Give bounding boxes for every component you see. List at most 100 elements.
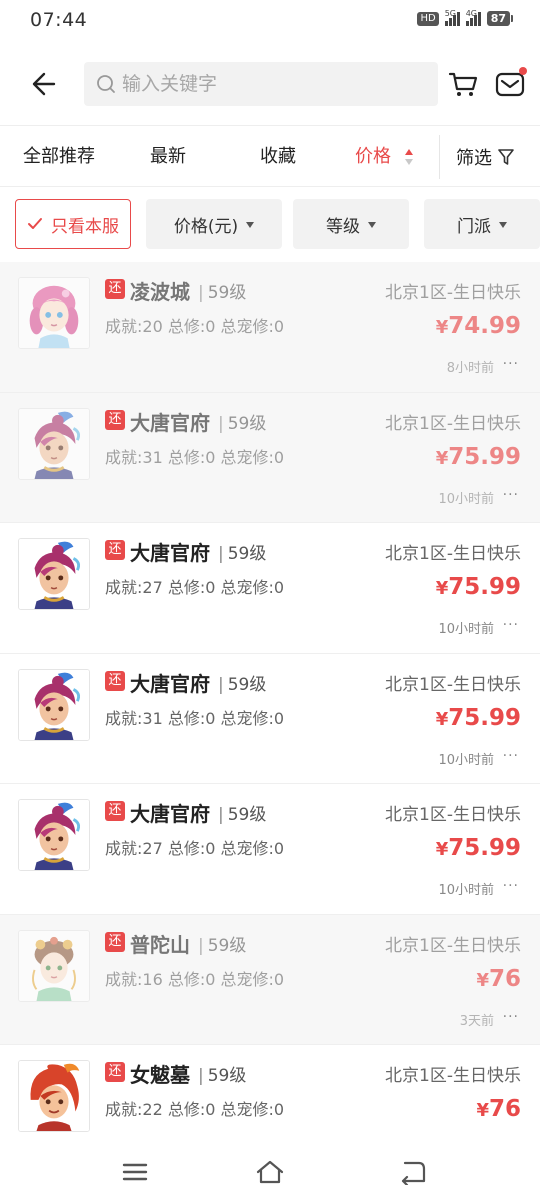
currency-symbol: ¥ [476, 1100, 489, 1121]
character-avatar [18, 407, 90, 480]
search-icon [97, 75, 115, 93]
server-name: 北京1区-生日快乐 [385, 413, 521, 434]
price: ¥75.99 [436, 444, 521, 470]
cart-icon [448, 72, 478, 96]
level-label: 59级 [227, 413, 267, 434]
character-stats: 成就:16 总修:0 总宠修:0 [105, 969, 285, 989]
chip-price[interactable]: 价格(元) [146, 199, 282, 249]
listing-row[interactable]: 还大唐官府 | 59级 成就:31 总修:0 总宠修:0 北京1区-生日快乐 ¥75.99… [0, 392, 540, 523]
listing-row[interactable]: 还大唐官府 | 59级 成就:27 总修:0 总宠修:0 北京1区-生日快乐 ¥75.99… [0, 523, 540, 654]
menu-icon [122, 1163, 148, 1181]
price-value: 76 [488, 965, 521, 992]
sect-name: 大唐官府 [130, 671, 210, 696]
chip-label: 门派 [457, 216, 491, 237]
search-bar[interactable] [84, 62, 438, 106]
chip-level[interactable]: 等级 [293, 199, 409, 249]
status-time: 07:44 [30, 9, 88, 31]
currency-symbol: ¥ [435, 447, 449, 469]
character-stats: 成就:27 总修:0 总宠修:0 [105, 578, 285, 597]
price: ¥75.99 [436, 835, 521, 861]
more-options-icon[interactable]: ··· [503, 356, 519, 372]
tab-price[interactable]: 价格 [355, 127, 391, 187]
sect-name: 凌波城 [130, 280, 190, 304]
level-label: 59级 [227, 674, 267, 695]
server-name: 北京1区-生日快乐 [385, 674, 521, 695]
character-avatar [18, 799, 90, 871]
character-level: | 59级 [218, 544, 267, 564]
listing-row[interactable]: 还女魃墓 | 59级 成就:22 总修:0 总宠修:0 北京1区-生日快乐 ¥76 [0, 1045, 540, 1144]
signal-5g-icon: 5G [444, 9, 460, 26]
listed-time: 10小时前 [438, 622, 494, 637]
cart-button[interactable] [445, 66, 481, 102]
unread-dot [519, 67, 527, 75]
filter-button[interactable]: 筛选 [456, 127, 514, 187]
character-avatar [18, 1060, 90, 1132]
character-level: | 59级 [198, 283, 247, 303]
filter-chips: 只看本服 价格(元) 等级 门派 [0, 187, 540, 262]
sort-bar: 全部推荐 最新 收藏 价格 筛选 [0, 127, 540, 187]
sect-name: 女魃墓 [130, 1063, 190, 1087]
character-avatar [18, 929, 90, 1002]
caret-down-icon [246, 222, 255, 228]
level-label: 59级 [227, 805, 267, 825]
more-options-icon[interactable]: ··· [503, 487, 519, 503]
character-stats: 成就:20 总修:0 总宠修:0 [105, 317, 285, 336]
system-nav-bar [0, 1144, 540, 1200]
tab-all-recommended[interactable]: 全部推荐 [23, 127, 95, 187]
check-icon [28, 218, 42, 229]
more-options-icon[interactable]: ··· [503, 1009, 519, 1025]
listed-time: 8小时前 [446, 361, 494, 376]
chip-sect[interactable]: 门派 [424, 199, 540, 249]
price-value: 75.99 [448, 835, 521, 861]
character-stats: 成就:27 总修:0 总宠修:0 [105, 839, 285, 858]
home-button[interactable] [248, 1152, 292, 1192]
level-label: 59级 [207, 283, 247, 303]
status-icons: HD 5G 4G 87 [417, 9, 514, 26]
currency-symbol: ¥ [435, 578, 449, 599]
listed-time: 3天前 [459, 1013, 494, 1029]
level-label: 59级 [227, 544, 267, 564]
chip-label: 只看本服 [51, 216, 119, 237]
return-badge: 还 [105, 279, 125, 299]
listing-row[interactable]: 还大唐官府 | 59级 成就:27 总修:0 总宠修:0 北京1区-生日快乐 ¥75.99… [0, 784, 540, 915]
more-options-icon[interactable]: ··· [503, 748, 519, 764]
header [0, 42, 540, 126]
return-icon [401, 1161, 426, 1185]
search-input[interactable] [122, 73, 422, 95]
character-stats: 成就:31 总修:0 总宠修:0 [105, 708, 285, 728]
back-button[interactable] [22, 64, 62, 104]
listing-row[interactable]: 还普陀山 | 59级 成就:16 总修:0 总宠修:0 北京1区-生日快乐 ¥76 3天前 ·… [0, 914, 540, 1045]
character-avatar [18, 668, 90, 741]
server-name: 北京1区-生日快乐 [385, 283, 521, 303]
tab-favorites[interactable]: 收藏 [260, 127, 296, 187]
menu-button[interactable] [113, 1152, 157, 1192]
more-options-icon[interactable]: ··· [503, 878, 519, 894]
sect-name: 普陀山 [130, 932, 190, 957]
listing-row[interactable]: 还大唐官府 | 59级 成就:31 总修:0 总宠修:0 北京1区-生日快乐 ¥75.99… [0, 653, 540, 784]
message-button[interactable] [492, 66, 528, 102]
chip-this-server-only[interactable]: 只看本服 [15, 199, 131, 249]
server-name: 北京1区-生日快乐 [385, 805, 521, 825]
character-level: | 59级 [218, 674, 267, 695]
price-value: 75.99 [448, 574, 521, 600]
chip-label: 等级 [326, 216, 360, 237]
sort-arrows-icon [405, 149, 413, 165]
currency-symbol: ¥ [435, 839, 449, 860]
price: ¥76 [476, 1096, 521, 1122]
character-level: | 59级 [218, 413, 267, 434]
tab-newest[interactable]: 最新 [150, 127, 186, 187]
server-name: 北京1区-生日快乐 [385, 544, 521, 564]
character-stats: 成就:31 总修:0 总宠修:0 [105, 447, 285, 467]
price: ¥74.99 [436, 313, 521, 339]
listing-row[interactable]: 还凌波城 | 59级成就:20 总修:0 总宠修:0 北京1区-生日快乐 ¥74.99 8… [0, 262, 540, 393]
server-name: 北京1区-生日快乐 [385, 935, 521, 956]
currency-symbol: ¥ [435, 317, 449, 338]
more-options-icon[interactable]: ··· [503, 617, 519, 633]
return-badge: 还 [105, 801, 125, 821]
back-nav-button[interactable] [391, 1152, 435, 1192]
funnel-icon [498, 149, 514, 165]
signal-4g-icon: 4G [465, 9, 481, 26]
listed-time: 10小时前 [438, 883, 494, 898]
currency-symbol: ¥ [435, 708, 449, 730]
server-name: 北京1区-生日快乐 [385, 1066, 521, 1086]
